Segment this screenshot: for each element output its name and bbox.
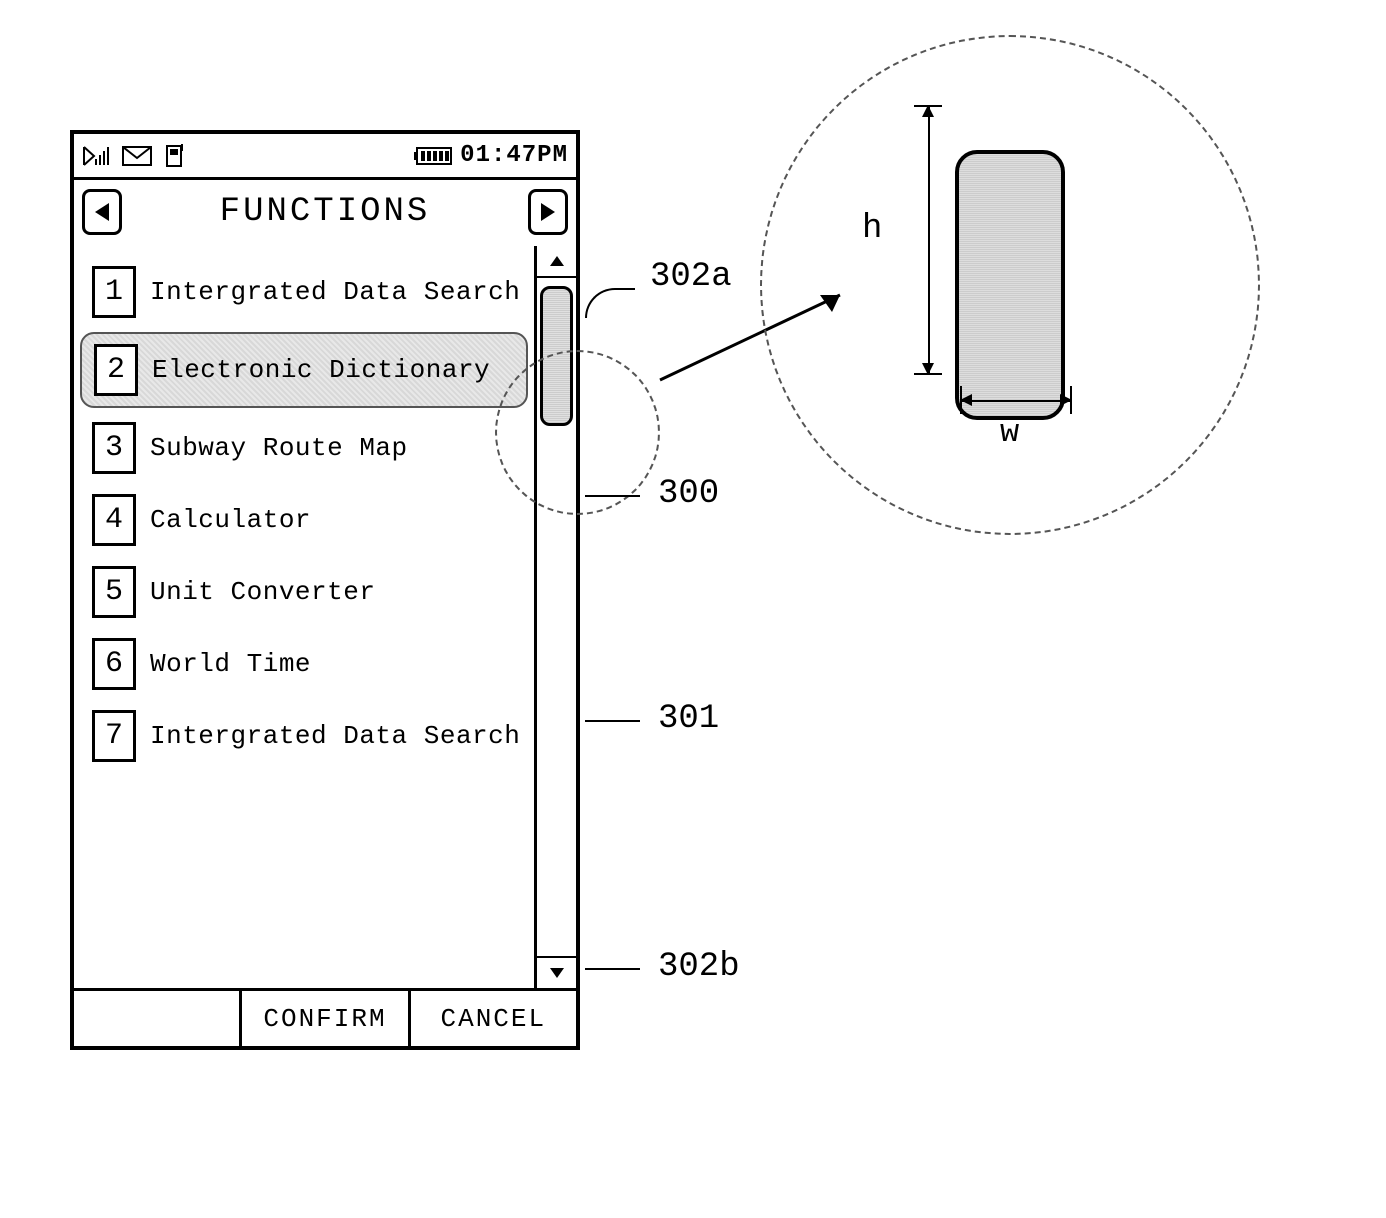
scroll-track[interactable] bbox=[537, 278, 576, 956]
lead-line-300 bbox=[585, 495, 640, 497]
battery-icon bbox=[414, 146, 454, 166]
list-item-number: 3 bbox=[92, 422, 136, 474]
ref-label-300: 300 bbox=[658, 475, 719, 513]
scroll-thumb[interactable] bbox=[540, 286, 573, 426]
callout-arrow bbox=[650, 280, 870, 390]
ref-label-302a: 302a bbox=[650, 258, 732, 296]
list-item-number: 6 bbox=[92, 638, 136, 690]
list-item[interactable]: 2 Electronic Dictionary bbox=[80, 332, 528, 408]
list-item-label: Unit Converter bbox=[150, 577, 375, 607]
nav-prev-button[interactable] bbox=[82, 189, 122, 235]
functions-list: 1 Intergrated Data Search 2 Electronic Dict… bbox=[74, 246, 534, 988]
ref-label-301: 301 bbox=[658, 700, 719, 738]
list-item-label: World Time bbox=[150, 649, 311, 679]
list-item[interactable]: 4 Calculator bbox=[74, 484, 534, 556]
list-item-label: Subway Route Map bbox=[150, 433, 408, 463]
dimension-h bbox=[900, 105, 960, 375]
list-item-label: Electronic Dictionary bbox=[152, 355, 490, 385]
list-item[interactable]: 7 Intergrated Data Search bbox=[74, 700, 534, 772]
screen-title: FUNCTIONS bbox=[220, 193, 431, 231]
signal-icon bbox=[82, 145, 110, 167]
dimension-w-label: w bbox=[1000, 414, 1019, 451]
clock-text: 01:47PM bbox=[460, 142, 568, 169]
list-item-number: 5 bbox=[92, 566, 136, 618]
list-item-number: 2 bbox=[94, 344, 138, 396]
list-item-label: Intergrated Data Search bbox=[150, 277, 520, 307]
list-item[interactable]: 3 Subway Route Map bbox=[74, 412, 534, 484]
list-item-number: 4 bbox=[92, 494, 136, 546]
content-area: 1 Intergrated Data Search 2 Electronic Dict… bbox=[74, 246, 576, 988]
phone-device-icon bbox=[164, 143, 186, 169]
list-item-number: 1 bbox=[92, 266, 136, 318]
lead-line-301 bbox=[585, 720, 640, 722]
nav-next-button[interactable] bbox=[528, 189, 568, 235]
list-item-number: 7 bbox=[92, 710, 136, 762]
lead-line-302b bbox=[585, 968, 640, 970]
phone-screen: 01:47PM FUNCTIONS 1 Intergrated Data Sear… bbox=[70, 130, 580, 1050]
list-item-label: Intergrated Data Search bbox=[150, 721, 520, 751]
status-bar: 01:47PM bbox=[74, 134, 576, 180]
scroll-down-button[interactable] bbox=[537, 956, 576, 988]
softkey-left[interactable] bbox=[74, 991, 242, 1046]
list-item-label: Calculator bbox=[150, 505, 311, 535]
list-item[interactable]: 5 Unit Converter bbox=[74, 556, 534, 628]
envelope-icon bbox=[122, 146, 152, 166]
softkey-confirm[interactable]: CONFIRM bbox=[242, 991, 410, 1046]
list-item[interactable]: 1 Intergrated Data Search bbox=[74, 256, 534, 328]
dimension-h-label: h bbox=[862, 210, 882, 248]
scrollbar bbox=[534, 246, 576, 988]
title-bar: FUNCTIONS bbox=[74, 180, 576, 244]
scroll-up-button[interactable] bbox=[537, 246, 576, 278]
ref-label-302b: 302b bbox=[658, 948, 740, 986]
list-item[interactable]: 6 World Time bbox=[74, 628, 534, 700]
softkey-bar: CONFIRM CANCEL bbox=[74, 988, 576, 1046]
lead-line-302a bbox=[585, 288, 635, 318]
magnified-scroll-thumb bbox=[955, 150, 1065, 420]
softkey-cancel[interactable]: CANCEL bbox=[411, 991, 576, 1046]
